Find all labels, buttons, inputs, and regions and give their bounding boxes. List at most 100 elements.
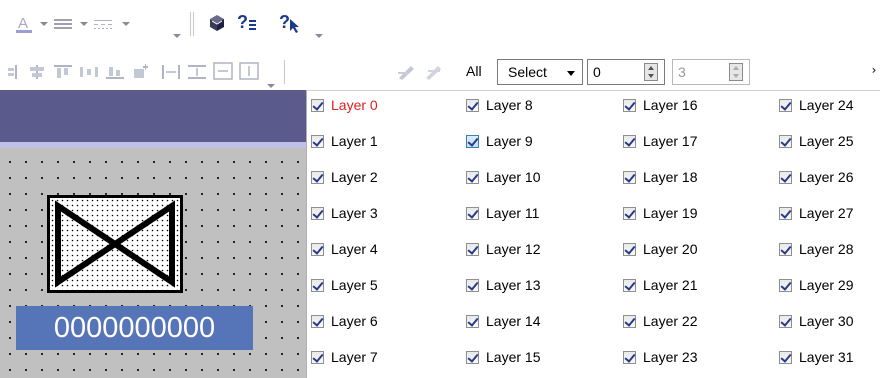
checkbox[interactable] [311,98,324,112]
numeric-display[interactable]: 0000000000 [16,306,253,350]
book-icon[interactable] [206,13,228,33]
checkbox[interactable] [466,134,479,148]
align-left-icon[interactable] [6,62,20,82]
layer-checkbox-item[interactable]: Layer 26 [779,167,853,187]
layer-checkbox-item[interactable]: Layer 10 [466,167,540,187]
layer-checkbox-item[interactable]: Layer 24 [779,95,853,115]
checkbox[interactable] [466,278,479,292]
layer-checkbox-item[interactable]: Layer 20 [623,239,697,259]
layer-checkbox-item[interactable]: Layer 6 [311,311,378,331]
checkbox[interactable] [623,314,636,328]
layer-checkbox-item[interactable]: Layer 15 [466,347,540,367]
checkbox[interactable] [623,278,636,292]
checkbox[interactable] [311,278,324,292]
layer-checkbox-item[interactable]: Layer 9 [466,131,533,151]
checkbox[interactable] [623,206,636,220]
layer-checkbox-item[interactable]: Layer 29 [779,275,853,295]
checkbox[interactable] [311,350,324,364]
checkbox[interactable] [779,98,792,112]
checkbox[interactable] [779,350,792,364]
layer-checkbox-item[interactable]: Layer 2 [311,167,378,187]
chevron-down-icon[interactable] [567,71,575,76]
checkbox[interactable] [311,242,324,256]
checkbox[interactable] [623,350,636,364]
checkbox[interactable] [466,314,479,328]
distribute-horizontal-icon[interactable] [78,62,100,82]
layer-checkbox-item[interactable]: Layer 8 [466,95,533,115]
layer-checkbox-item[interactable]: Layer 17 [623,131,697,151]
layer-checkbox-item[interactable]: Layer 12 [466,239,540,259]
checkbox[interactable] [623,98,636,112]
layer-checkbox-item[interactable]: Layer 13 [466,275,540,295]
line-dash-dropdown-icon[interactable] [122,22,130,26]
checkbox[interactable] [311,134,324,148]
layer-checkbox-item[interactable]: Layer 3 [311,203,378,223]
align-top-icon[interactable] [52,62,74,82]
layer-checkbox-item[interactable]: Layer 30 [779,311,853,331]
layer-pen-icon[interactable] [396,62,418,82]
checkbox[interactable] [466,170,479,184]
layer-checkbox-item[interactable]: Layer 11 [466,203,539,223]
layer-checkbox-item[interactable]: Layer 16 [623,95,697,115]
align-center-icon[interactable] [26,62,48,82]
checkbox[interactable] [311,206,324,220]
line-style-dropdown-icon[interactable] [80,22,88,26]
help-dropdown-icon[interactable] [315,34,323,38]
layer-checkbox-item[interactable]: Layer 1 [311,131,378,151]
checkbox[interactable] [779,170,792,184]
spin-up-down-icon[interactable] [644,63,658,81]
layer-checkbox-item[interactable]: Layer 25 [779,131,853,151]
layer-checkbox-item[interactable]: Layer 14 [466,311,540,331]
line-style-icon[interactable] [52,14,74,34]
font-color-icon[interactable]: A [14,14,34,34]
checkbox[interactable] [311,314,324,328]
same-width-icon[interactable] [160,62,182,82]
layer-erase-icon[interactable] [423,62,445,82]
checkbox[interactable] [779,134,792,148]
checkbox[interactable] [779,206,792,220]
layer-checkbox-item[interactable]: Layer 27 [779,203,853,223]
layer-checkbox-item[interactable]: Layer 19 [623,203,697,223]
layer-label: Layer 31 [799,349,854,365]
bring-front-icon[interactable] [130,62,152,82]
checkbox[interactable] [623,242,636,256]
same-height-icon[interactable] [186,62,208,82]
help-index-icon[interactable]: ? [236,12,260,32]
checkbox[interactable] [466,242,479,256]
toolbar-overflow-icon[interactable] [173,34,181,38]
layer-checkbox-item[interactable]: Layer 28 [779,239,853,259]
checkbox[interactable] [623,170,636,184]
all-layers-label[interactable]: All [466,63,482,79]
align-overflow-icon[interactable] [267,84,275,88]
checkbox[interactable] [466,98,479,112]
checkbox[interactable] [466,350,479,364]
center-vertical-icon[interactable] [238,61,260,81]
canvas-banner [0,90,306,142]
checkbox[interactable] [779,242,792,256]
checkbox[interactable] [779,278,792,292]
layer-checkbox-item[interactable]: Layer 7 [311,347,378,367]
layer-checkbox-item[interactable]: Layer 22 [623,311,697,331]
layer-checkbox-item[interactable]: Layer 18 [623,167,697,187]
align-bottom-icon[interactable] [104,62,126,82]
line-dash-icon[interactable] [92,14,114,34]
checkbox[interactable] [779,314,792,328]
whats-this-icon[interactable]: ? [278,12,302,33]
checkbox[interactable] [311,170,324,184]
layer-checkbox-item[interactable]: Layer 21 [623,275,697,295]
center-horizontal-icon[interactable] [212,61,234,81]
layer-checkbox-item[interactable]: Layer 0 [311,95,378,115]
layer-checkbox-item[interactable]: Layer 4 [311,239,378,259]
layer-label: Layer 25 [799,133,854,149]
valve-symbol-icon[interactable] [47,195,183,293]
layer-checkbox-item[interactable]: Layer 23 [623,347,697,367]
checkbox[interactable] [466,206,479,220]
layer-select-dropdown[interactable]: Select [497,59,583,85]
checkbox[interactable] [623,134,636,148]
layer-checkbox-item[interactable]: Layer 31 [779,347,853,367]
layer-checkbox-item[interactable]: Layer 5 [311,275,378,295]
layer-label: Layer 2 [331,169,378,185]
toolbar-overflow-arrow-icon[interactable]: › [868,60,880,80]
layer-from-spinbox[interactable]: 0 [587,59,665,85]
font-color-dropdown-icon[interactable] [40,22,48,26]
